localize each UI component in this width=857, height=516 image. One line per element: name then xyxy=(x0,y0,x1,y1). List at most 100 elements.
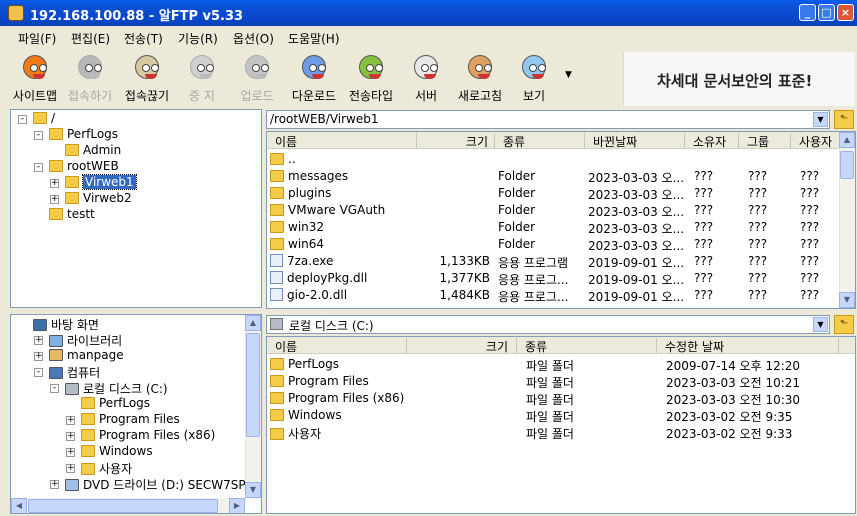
column-header[interactable]: 그룹 xyxy=(739,133,791,149)
table-row[interactable]: gio-2.0.dll 1,484KB 응용 프로그... 2019-09-01 오.… xyxy=(267,287,839,304)
table-row[interactable]: .. xyxy=(267,151,839,168)
collapse-icon[interactable]: - xyxy=(50,384,59,393)
expand-icon[interactable]: + xyxy=(50,480,59,489)
remote-file-list[interactable]: 이름 크기 종류 바뀐날짜 소유자 그룹 사용자.. messages Folder 2023-0… xyxy=(266,131,856,309)
expand-icon[interactable]: + xyxy=(34,336,43,345)
column-header[interactable]: 바뀐날짜 xyxy=(585,133,685,149)
toolbar-button-1[interactable]: 사이트맵 xyxy=(8,50,62,106)
local-tree-item[interactable]: PerfLogs xyxy=(81,396,150,412)
toolbar-button-6[interactable]: 다운로드 xyxy=(286,50,342,106)
local-tree-item[interactable]: Program Files (x86) xyxy=(81,428,215,444)
title-bar[interactable]: 192.168.100.88 - 알FTP v5.33 _ □ × xyxy=(0,0,857,26)
close-button[interactable]: × xyxy=(837,4,854,21)
ad-banner[interactable]: 차세대 문서보안의 표준! xyxy=(623,52,855,106)
expand-icon[interactable]: + xyxy=(34,352,43,361)
local-file-list[interactable]: 이름 크기 종류 수정한 날짜 PerfLogs 파일 폴더 2009-07-14 오후 1… xyxy=(266,336,856,514)
local-tree-item[interactable]: 사용자 xyxy=(81,460,132,476)
remote-tree-item[interactable]: rootWEB xyxy=(49,159,119,175)
toolbar-button-7[interactable]: 전송타입 xyxy=(342,50,400,106)
toolbar-button-4[interactable]: 중 지 xyxy=(176,50,228,106)
minimize-button[interactable]: _ xyxy=(799,4,816,21)
local-tree-item[interactable]: DVD 드라이브 (D:) SECW7SP1N xyxy=(65,476,261,492)
toolbar-button-2[interactable]: 접속하기 xyxy=(62,50,118,106)
scroll-right-icon[interactable]: ▶ xyxy=(229,498,245,513)
column-header[interactable]: 수정한 날짜 xyxy=(657,338,839,354)
scroll-thumb[interactable] xyxy=(246,333,260,437)
remote-tree-item[interactable]: Virweb2 xyxy=(65,191,132,207)
maximize-button[interactable]: □ xyxy=(818,4,835,21)
expand-icon[interactable]: + xyxy=(50,195,59,204)
local-tree-item[interactable]: 컴퓨터 xyxy=(49,364,100,380)
toolbar-button-3[interactable]: 접속끊기 xyxy=(118,50,176,106)
menu-function[interactable]: 기능(R) xyxy=(178,30,218,47)
toolbar-button-10[interactable]: 보기 xyxy=(508,50,560,106)
remote-tree-item[interactable]: PerfLogs xyxy=(49,127,118,143)
table-row[interactable]: win32 Folder 2023-03-03 오...????????? xyxy=(267,219,839,236)
table-row[interactable]: win64 Folder 2023-03-03 오...????????? xyxy=(267,236,839,253)
menu-options[interactable]: 옵션(O) xyxy=(233,30,274,47)
table-row[interactable]: Windows 파일 폴더 2023-03-02 오전 9:35 xyxy=(267,407,855,424)
remote-tree-item[interactable]: Virweb1 xyxy=(65,174,137,191)
column-header[interactable]: 종류 xyxy=(517,338,657,354)
toolbar-button-9[interactable]: 새로고침 xyxy=(452,50,508,106)
column-header[interactable]: 이름 xyxy=(267,133,417,149)
column-header[interactable]: 크기 xyxy=(417,133,495,149)
column-header[interactable]: 이름 xyxy=(267,338,407,354)
remote-tree-item[interactable]: / xyxy=(33,111,55,127)
table-row[interactable]: messages Folder 2023-03-03 오...????????? xyxy=(267,168,839,185)
local-tree-item[interactable]: manpage xyxy=(49,348,124,364)
collapse-icon[interactable]: - xyxy=(34,368,43,377)
expand-icon[interactable]: + xyxy=(66,416,75,425)
expand-icon[interactable]: + xyxy=(66,432,75,441)
remote-tree-item[interactable]: Admin xyxy=(65,143,121,159)
column-header[interactable]: 소유자 xyxy=(685,133,739,149)
remote-path-combo[interactable]: /rootWEB/Virweb1 ▼ xyxy=(266,110,830,129)
toolbar-more-icon[interactable]: ▼ xyxy=(565,70,572,80)
toolbar-button-5[interactable]: 업로드 xyxy=(228,50,286,106)
table-row[interactable]: 7za.exe 1,133KB 응용 프로그램 2019-09-01 오...????… xyxy=(267,253,839,270)
column-header[interactable]: 종류 xyxy=(495,133,585,149)
chevron-down-icon[interactable]: ▼ xyxy=(813,317,828,332)
table-row[interactable]: PerfLogs 파일 폴더 2009-07-14 오후 12:20 xyxy=(267,356,855,373)
table-row[interactable]: deployPkg.dll 1,377KB 응용 프로그... 2019-09-01 … xyxy=(267,270,839,287)
table-row[interactable]: 사용자 파일 폴더 2023-03-02 오전 9:33 xyxy=(267,424,855,441)
local-tree-item[interactable]: 로컬 디스크 (C:) xyxy=(65,380,168,396)
menu-help[interactable]: 도움말(H) xyxy=(288,30,340,47)
chevron-down-icon[interactable]: ▼ xyxy=(813,112,828,127)
expand-icon[interactable]: + xyxy=(50,179,59,188)
menu-transfer[interactable]: 전송(T) xyxy=(124,30,163,47)
scroll-down-icon[interactable]: ▼ xyxy=(839,292,855,308)
scroll-up-icon[interactable]: ▲ xyxy=(839,132,855,148)
expand-icon[interactable]: + xyxy=(66,464,75,473)
scroll-left-icon[interactable]: ◀ xyxy=(11,498,27,513)
scroll-thumb[interactable] xyxy=(840,151,854,179)
menu-edit[interactable]: 편집(E) xyxy=(71,30,110,47)
local-tree-item[interactable]: Windows xyxy=(81,444,153,460)
remote-parent-folder-button[interactable]: ⬑ xyxy=(834,110,854,129)
collapse-icon[interactable]: - xyxy=(34,163,43,172)
table-row[interactable]: Program Files 파일 폴더 2023-03-03 오전 10:21 xyxy=(267,373,855,390)
expand-icon[interactable]: + xyxy=(66,448,75,457)
table-row[interactable]: VMware VGAuth Folder 2023-03-03 오...??????… xyxy=(267,202,839,219)
column-header[interactable]: 크기 xyxy=(407,338,517,354)
local-tree-item[interactable]: 바탕 화면 xyxy=(33,316,99,332)
menu-file[interactable]: 파일(F) xyxy=(18,30,56,47)
collapse-icon[interactable]: - xyxy=(34,131,43,140)
local-drive-combo[interactable]: 로컬 디스크 (C:) ▼ xyxy=(266,315,830,334)
file-name: Program Files (x86) xyxy=(288,391,405,405)
local-tree-item[interactable]: Program Files xyxy=(81,412,180,428)
remote-tree[interactable]: - / - PerfLogs Admin - rootWEB + Virweb1 + Virweb2… xyxy=(10,109,262,308)
table-row[interactable]: plugins Folder 2023-03-03 오...????????? xyxy=(267,185,839,202)
scroll-thumb[interactable] xyxy=(28,499,218,513)
collapse-icon[interactable]: - xyxy=(18,115,27,124)
local-parent-folder-button[interactable]: ⬑ xyxy=(834,315,854,334)
remote-tree-item[interactable]: testt xyxy=(49,207,95,223)
folder-icon xyxy=(270,392,284,404)
toolbar-button-8[interactable]: 서버 xyxy=(400,50,452,106)
local-tree[interactable]: 바탕 화면 + 라이브러리 + manpage - 컴퓨터 - 로컬 디스크 (C:) PerfL… xyxy=(10,314,262,514)
scroll-down-icon[interactable]: ▼ xyxy=(245,482,261,498)
scroll-up-icon[interactable]: ▲ xyxy=(245,315,261,331)
table-row[interactable]: Program Files (x86) 파일 폴더 2023-03-03 오전 10… xyxy=(267,390,855,407)
local-tree-item[interactable]: 라이브러리 xyxy=(49,332,122,348)
column-header[interactable]: 사용자 xyxy=(791,133,841,149)
